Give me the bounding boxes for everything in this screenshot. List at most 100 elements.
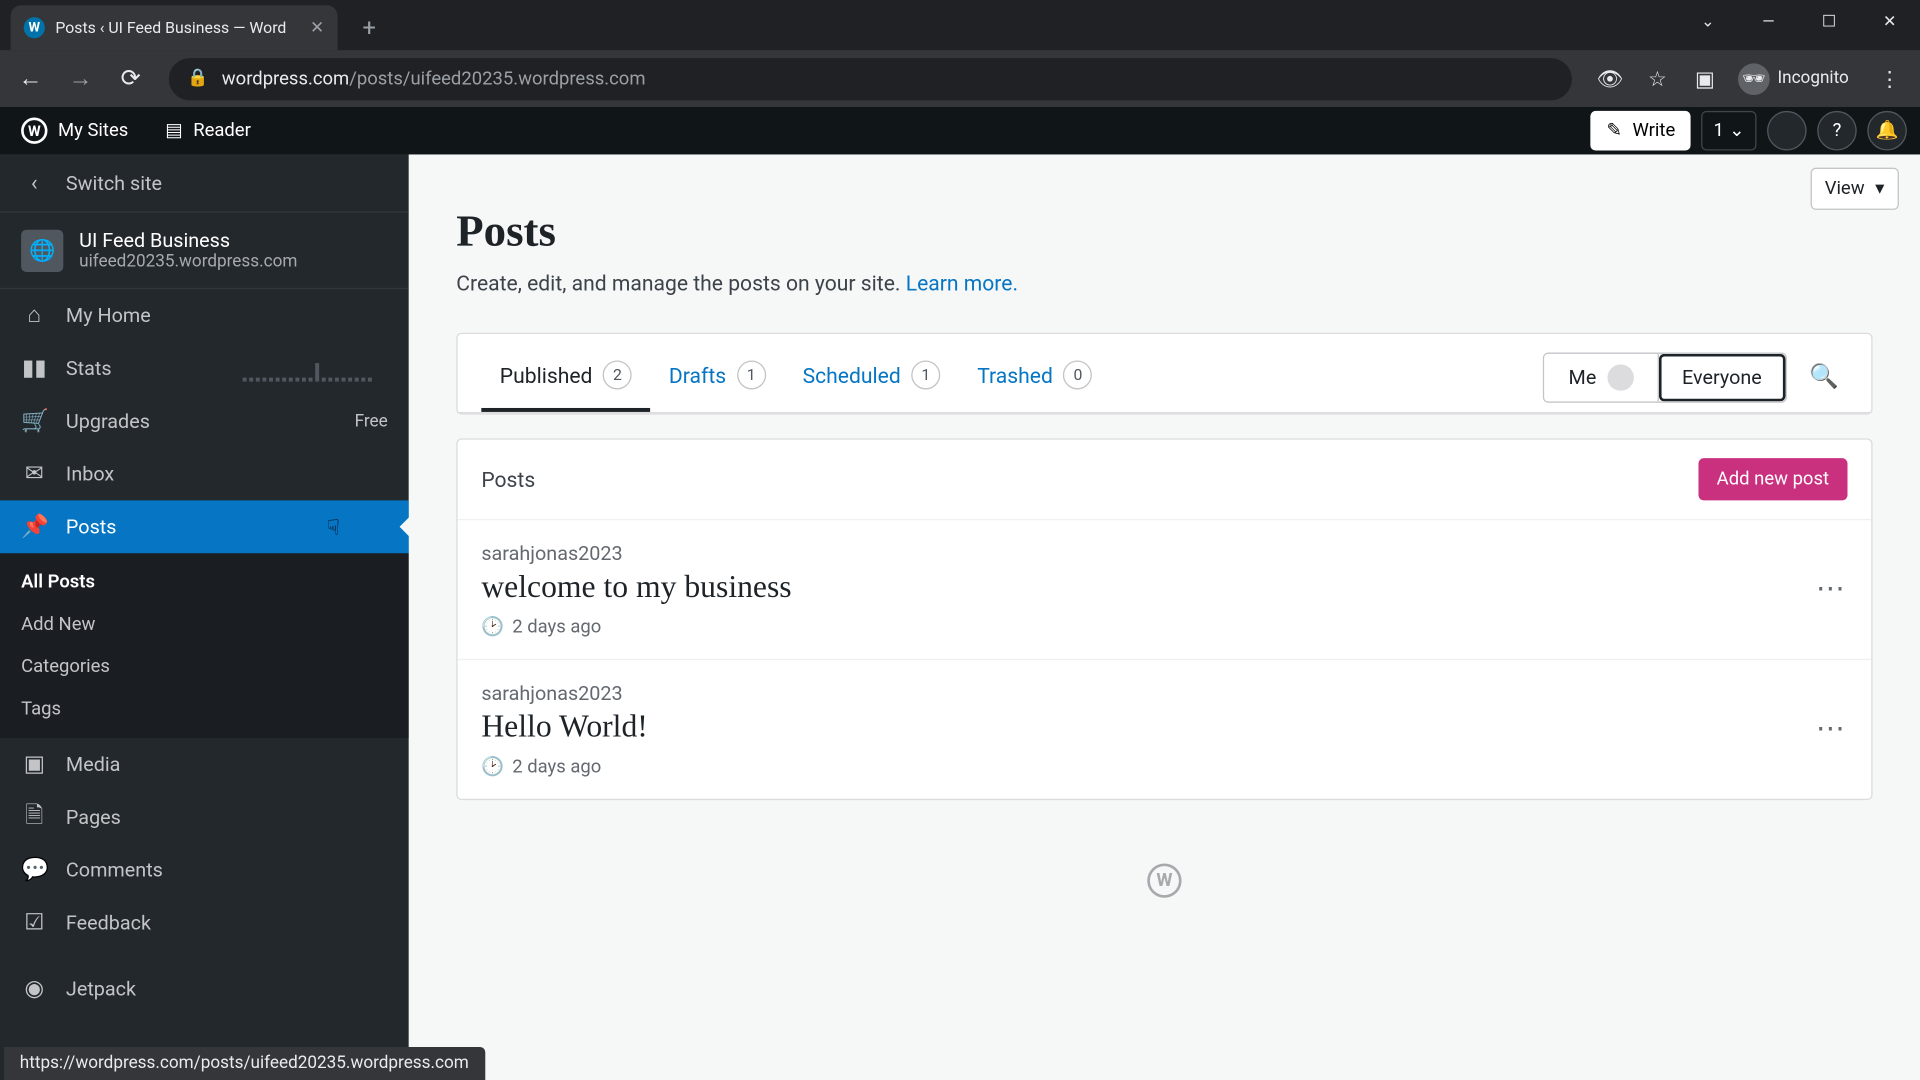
submenu-tags[interactable]: Tags <box>0 688 409 730</box>
wordpress-logo-icon: W <box>1147 863 1181 897</box>
post-row[interactable]: sarahjonas2023 Hello World! 🕑2 days ago … <box>458 660 1872 799</box>
tab-trashed[interactable]: Trashed0 <box>959 342 1111 412</box>
close-tab-icon[interactable]: ✕ <box>310 18 324 38</box>
tab-title: Posts ‹ UI Feed Business — Word <box>55 18 286 36</box>
search-icon[interactable]: 🔍 <box>1800 353 1847 401</box>
sidebar-item-upgrades[interactable]: 🛒UpgradesFree <box>0 395 409 448</box>
url-bar[interactable]: 🔒 wordpress.com/posts/uifeed20235.wordpr… <box>169 57 1572 99</box>
url-domain: wordpress.com <box>222 68 349 89</box>
count-pill: 1 <box>911 360 940 389</box>
back-icon[interactable]: ← <box>11 59 51 99</box>
chevron-left-icon: ‹ <box>21 170 47 196</box>
clock-icon: 🕑 <box>481 757 504 778</box>
submenu-all-posts[interactable]: All Posts <box>0 561 409 603</box>
post-title: Hello World! <box>481 710 648 746</box>
upgrades-badge: Free <box>355 411 388 431</box>
url-path: /posts/uifeed20235.wordpress.com <box>349 68 645 89</box>
tab-dropdown-icon[interactable]: ⌄ <box>1677 0 1738 42</box>
page-title: Posts <box>456 207 1872 257</box>
posts-card-title: Posts <box>481 467 535 492</box>
post-row[interactable]: sarahjonas2023 welcome to my business 🕑 2… <box>458 520 1872 660</box>
lock-icon: 🔒 <box>187 69 208 89</box>
wordpress-logo-icon: W <box>21 118 47 144</box>
sidebar: ‹ Switch site 🌐 UI Feed Business uifeed2… <box>0 154 409 1080</box>
post-date: 2 days ago <box>512 757 601 778</box>
switch-site[interactable]: ‹ Switch site <box>0 154 409 212</box>
page-icon: 🗎 <box>21 798 47 836</box>
extensions-icon[interactable]: ▣ <box>1685 59 1725 99</box>
count-pill: 2 <box>603 360 632 389</box>
post-date: 2 days ago <box>512 617 601 638</box>
tab-published[interactable]: Published2 <box>481 342 650 412</box>
reader-link[interactable]: ▤ Reader <box>157 107 258 155</box>
bell-icon[interactable]: 🔔 <box>1867 111 1907 151</box>
site-info[interactable]: 🌐 UI Feed Business uifeed20235.wordpress… <box>0 213 409 290</box>
add-new-post-button[interactable]: Add new post <box>1698 458 1847 500</box>
page-subtitle: Create, edit, and manage the posts on yo… <box>456 271 1872 296</box>
sidebar-item-stats[interactable]: ▮▮ Stats <box>0 342 409 395</box>
notification-count[interactable]: 1 ⌄ <box>1702 111 1757 151</box>
filter-me-button[interactable]: Me <box>1545 353 1658 401</box>
incognito-icon: 🕶 <box>1738 63 1770 95</box>
tracking-off-icon[interactable]: 👁 <box>1590 59 1630 99</box>
sidebar-item-inbox[interactable]: ✉Inbox <box>0 448 409 501</box>
wordpress-favicon-icon: W <box>24 17 45 38</box>
main-content: View ▾ Posts Create, edit, and manage th… <box>409 154 1920 1080</box>
chevron-down-icon: ▾ <box>1875 178 1884 199</box>
feedback-icon: ☑ <box>21 910 47 936</box>
jetpack-icon: ◉ <box>21 976 47 1002</box>
stats-sparkline <box>243 355 388 381</box>
pin-icon: 📌 <box>21 514 47 540</box>
chevron-down-icon: ⌄ <box>1729 120 1744 141</box>
browser-tab[interactable]: W Posts ‹ UI Feed Business — Word ✕ <box>11 5 338 50</box>
site-url: uifeed20235.wordpress.com <box>79 252 297 272</box>
posts-card: Posts Add new post sarahjonas2023 welcom… <box>456 438 1872 800</box>
browser-chrome: W Posts ‹ UI Feed Business — Word ✕ + ⌄ … <box>0 0 1920 107</box>
wp-footer-logo: W <box>409 857 1920 898</box>
more-icon[interactable]: ⋯ <box>1816 713 1848 746</box>
count-pill: 1 <box>737 360 766 389</box>
write-button[interactable]: ✎ Write <box>1591 111 1691 151</box>
sidebar-item-pages[interactable]: 🗎Pages <box>0 791 409 844</box>
post-author: sarahjonas2023 <box>481 541 791 565</box>
mail-icon: ✉ <box>21 461 47 487</box>
clock-icon: 🕑 <box>481 617 504 638</box>
sidebar-item-my-home[interactable]: ⌂My Home <box>0 289 409 342</box>
globe-icon: 🌐 <box>21 229 63 271</box>
incognito-badge[interactable]: 🕶 Incognito <box>1733 63 1862 95</box>
maximize-icon[interactable]: ☐ <box>1799 0 1860 42</box>
stats-icon: ▮▮ <box>21 355 47 381</box>
tab-drafts[interactable]: Drafts1 <box>650 342 784 412</box>
sidebar-item-posts[interactable]: 📌Posts <box>0 500 409 553</box>
more-icon[interactable]: ⋯ <box>1816 573 1848 606</box>
submenu-add-new[interactable]: Add New <box>0 603 409 645</box>
reload-icon[interactable]: ⟳ <box>111 59 151 99</box>
tab-scheduled[interactable]: Scheduled1 <box>784 342 959 412</box>
minimize-icon[interactable]: ― <box>1738 0 1799 42</box>
sidebar-item-jetpack[interactable]: ◉Jetpack <box>0 962 409 1015</box>
tabs-card: Published2 Drafts1 Scheduled1 Trashed0 M… <box>456 333 1872 415</box>
submenu-categories[interactable]: Categories <box>0 646 409 688</box>
bookmark-icon[interactable]: ☆ <box>1638 59 1678 99</box>
learn-more-link[interactable]: Learn more. <box>906 271 1018 296</box>
cart-icon: 🛒 <box>21 408 47 434</box>
comment-icon: 💬 <box>21 857 47 883</box>
post-title: welcome to my business <box>481 570 791 606</box>
view-dropdown[interactable]: View ▾ <box>1810 168 1899 210</box>
help-icon[interactable]: ? <box>1817 111 1857 151</box>
new-tab-button[interactable]: + <box>351 9 388 46</box>
browser-menu-icon[interactable]: ⋮ <box>1870 59 1910 99</box>
sidebar-item-media[interactable]: ▣Media <box>0 738 409 791</box>
my-sites-link[interactable]: W My Sites <box>13 107 136 155</box>
avatar[interactable] <box>1767 111 1807 151</box>
posts-submenu: All Posts Add New Categories Tags <box>0 553 409 738</box>
sidebar-item-feedback[interactable]: ☑Feedback <box>0 896 409 949</box>
author-filter-toggle: Me Everyone <box>1543 352 1786 402</box>
status-tooltip: https://wordpress.com/posts/uifeed20235.… <box>4 1047 485 1080</box>
pen-icon: ✎ <box>1606 120 1621 141</box>
close-window-icon[interactable]: ✕ <box>1859 0 1920 42</box>
forward-icon: → <box>61 59 101 99</box>
sidebar-item-comments[interactable]: 💬Comments <box>0 844 409 897</box>
filter-everyone-button[interactable]: Everyone <box>1658 353 1785 401</box>
avatar-mini-icon <box>1607 364 1633 390</box>
